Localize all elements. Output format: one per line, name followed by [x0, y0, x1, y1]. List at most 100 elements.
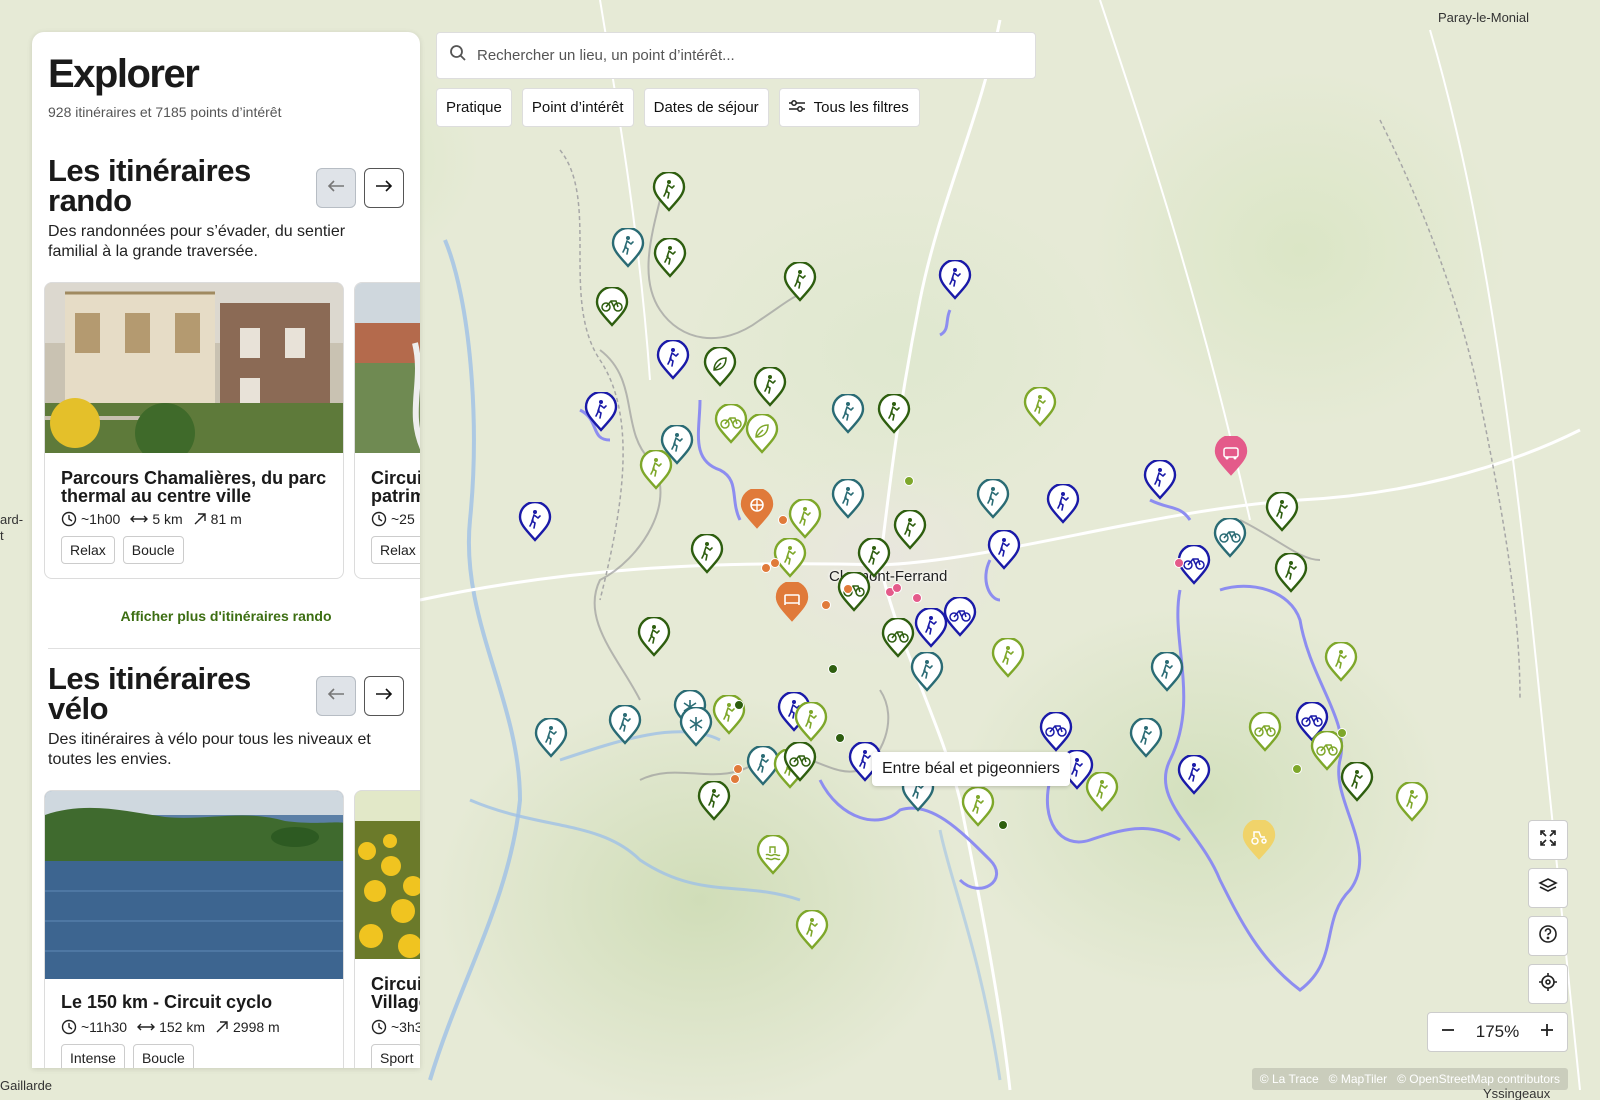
map-marker-bike[interactable]: [1213, 518, 1247, 558]
map-marker-hike[interactable]: [987, 530, 1021, 570]
map-marker-hike[interactable]: [1177, 755, 1211, 795]
map-marker-hike[interactable]: [1265, 492, 1299, 532]
zoom-out-button[interactable]: [1434, 1018, 1462, 1046]
itinerary-card[interactable]: Parcours Chamalières, du parc thermal au…: [44, 282, 344, 579]
rando-next-button[interactable]: [364, 168, 404, 208]
search-bar[interactable]: [436, 32, 1036, 79]
map-marker-hike[interactable]: [1395, 782, 1429, 822]
filter-poi-button[interactable]: Point d’intérêt: [521, 88, 634, 127]
map-marker-hike[interactable]: [1324, 642, 1358, 682]
map-marker-hike[interactable]: [753, 367, 787, 407]
map-marker-hike[interactable]: [608, 705, 642, 745]
map-marker-hike[interactable]: [637, 617, 671, 657]
tag-difficulty: Relax: [371, 536, 420, 564]
map-marker-hike[interactable]: [652, 172, 686, 212]
map-poi-dot[interactable]: [770, 558, 780, 568]
map-marker-bike[interactable]: [837, 572, 871, 612]
map-marker-hike[interactable]: [877, 394, 911, 434]
map-marker-hike[interactable]: [1085, 772, 1119, 812]
help-button[interactable]: [1528, 916, 1568, 956]
map-marker-wheel[interactable]: [740, 489, 774, 529]
map-poi-dot[interactable]: [904, 476, 914, 486]
itinerary-card[interactable]: Circuit patrim ~25 Relax: [354, 282, 420, 579]
zoom-in-button[interactable]: [1533, 1018, 1561, 1046]
map-marker-hike[interactable]: [938, 260, 972, 300]
map-poi-dot[interactable]: [733, 764, 743, 774]
map-poi-dot[interactable]: [843, 584, 853, 594]
attribution-link[interactable]: © MapTiler: [1329, 1072, 1387, 1086]
map-marker-hike[interactable]: [773, 538, 807, 578]
map-marker-hike[interactable]: [653, 238, 687, 278]
map-poi-dot[interactable]: [912, 593, 922, 603]
map-marker-hike[interactable]: [831, 394, 865, 434]
arrow-right-icon: [375, 687, 393, 706]
map-marker-hike[interactable]: [656, 340, 690, 380]
map-marker-hike[interactable]: [1274, 553, 1308, 593]
map-poi-dot[interactable]: [734, 700, 744, 710]
map-poi-dot[interactable]: [828, 664, 838, 674]
map-marker-hike[interactable]: [1143, 460, 1177, 500]
map-marker-hike[interactable]: [534, 718, 568, 758]
attribution-link[interactable]: © OpenStreetMap contributors: [1397, 1072, 1560, 1086]
fullscreen-button[interactable]: [1528, 820, 1568, 860]
map-poi-dot[interactable]: [998, 820, 1008, 830]
map-marker-hike[interactable]: [697, 781, 731, 821]
map-poi-dot[interactable]: [778, 515, 788, 525]
map-marker-hike[interactable]: [518, 502, 552, 542]
section-desc-velo: Des itinéraires à vélo pour tous les niv…: [48, 731, 371, 768]
itinerary-card[interactable]: Le 150 km - Circuit cyclo ~11h30 152 km …: [44, 790, 344, 1068]
search-input[interactable]: [477, 47, 1017, 64]
map-poi-dot[interactable]: [1174, 558, 1184, 568]
rando-prev-button[interactable]: [316, 168, 356, 208]
map-marker-hike[interactable]: [991, 638, 1025, 678]
map-poi-dot[interactable]: [821, 600, 831, 610]
map-marker-leaf[interactable]: [703, 347, 737, 387]
map-marker-bike[interactable]: [1248, 712, 1282, 752]
map-marker-pool[interactable]: [756, 835, 790, 875]
map-marker-hike[interactable]: [584, 392, 618, 432]
map-marker-hike[interactable]: [611, 228, 645, 268]
attribution-link[interactable]: © La Trace: [1260, 1072, 1319, 1086]
map-poi-dot[interactable]: [1337, 728, 1347, 738]
velo-prev-button[interactable]: [316, 676, 356, 716]
map-marker-hike[interactable]: [1023, 387, 1057, 427]
arrow-right-icon: [375, 179, 393, 198]
map-poi-dot[interactable]: [892, 583, 902, 593]
map-marker-bed[interactable]: [775, 582, 809, 622]
map-marker-hike[interactable]: [1129, 718, 1163, 758]
map-marker-hike[interactable]: [1340, 762, 1374, 802]
map-poi-dot[interactable]: [835, 733, 845, 743]
map-marker-bike[interactable]: [595, 287, 629, 327]
filter-all-button[interactable]: Tous les filtres: [778, 88, 920, 127]
map-poi-dot[interactable]: [730, 774, 740, 784]
map-marker-hike[interactable]: [639, 450, 673, 490]
map-marker-hike[interactable]: [910, 652, 944, 692]
map-marker-bus[interactable]: [1214, 436, 1248, 476]
map-marker-snow[interactable]: [679, 707, 713, 747]
map-marker-hike[interactable]: [893, 510, 927, 550]
filter-pratique-button[interactable]: Pratique: [436, 88, 512, 127]
map-marker-bike[interactable]: [943, 597, 977, 637]
map-poi-dot[interactable]: [1292, 764, 1302, 774]
map-marker-hike[interactable]: [831, 479, 865, 519]
map-marker-hike[interactable]: [976, 479, 1010, 519]
map-marker-hike[interactable]: [794, 702, 828, 742]
itinerary-card[interactable]: Circuit Village ~3h3 Sport: [354, 790, 420, 1068]
map-marker-hike[interactable]: [1150, 652, 1184, 692]
velo-next-button[interactable]: [364, 676, 404, 716]
map-marker-hike[interactable]: [961, 787, 995, 827]
map-marker-hike[interactable]: [690, 534, 724, 574]
map-marker-hike[interactable]: [1046, 484, 1080, 524]
locate-button[interactable]: [1528, 964, 1568, 1004]
map-marker-hike[interactable]: [783, 262, 817, 302]
map-marker-bike[interactable]: [783, 742, 817, 782]
map-marker-leaf[interactable]: [745, 414, 779, 454]
map-marker-bike[interactable]: [1039, 712, 1073, 752]
filter-dates-button[interactable]: Dates de séjour: [643, 88, 769, 127]
map-marker-bike[interactable]: [714, 404, 748, 444]
map-marker-hike[interactable]: [788, 499, 822, 539]
map-marker-tractor[interactable]: [1242, 820, 1276, 860]
show-more-rando-link[interactable]: Afficher plus d'itinéraires rando: [32, 608, 420, 624]
map-marker-hike[interactable]: [795, 910, 829, 950]
layers-button[interactable]: [1528, 868, 1568, 908]
